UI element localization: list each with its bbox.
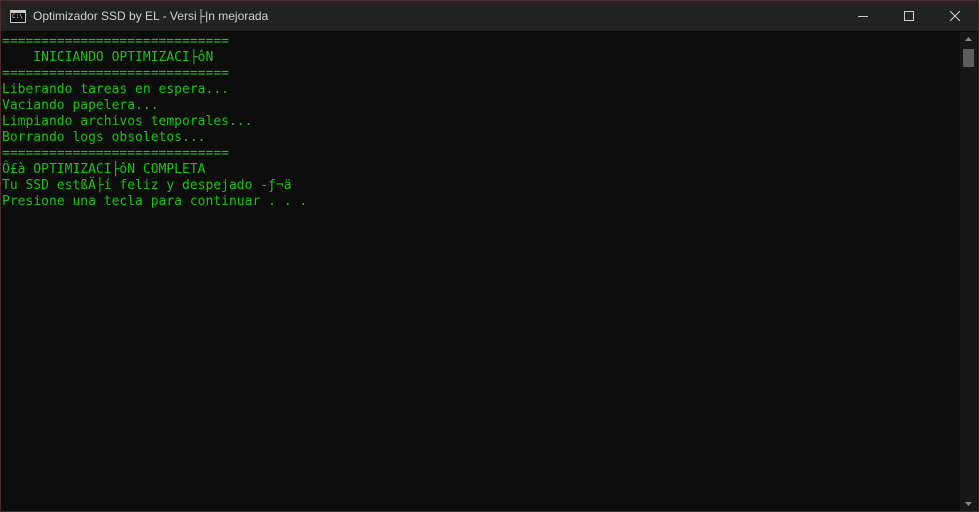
window-title: Optimizador SSD by EL - Versi├|n mejorad… [33,9,269,23]
window-controls [840,1,978,31]
console-line: Ô£à OPTIMIZACI├ôN COMPLETA [2,162,206,177]
close-icon [950,11,960,21]
console-icon-text: C:\ [12,12,23,20]
console-line: Borrando logs obsoletos... [2,130,206,145]
console-line: ============================= [2,146,229,161]
console-line: ============================= [2,66,229,81]
scroll-up-button[interactable] [960,32,977,46]
console-line: Liberando tareas en espera... [2,82,229,97]
triangle-down-icon [965,502,972,506]
title-bar[interactable]: C:\ Optimizador SSD by EL - Versi├|n mej… [1,1,978,31]
console-line: Presione una tecla para continuar . . . [2,194,308,209]
console-line: INICIANDO OPTIMIZACI├ôN [2,50,214,65]
scrollbar-thumb[interactable] [963,49,974,67]
scroll-down-button[interactable] [960,497,977,511]
console-line: Limpiando archivos temporales... [2,114,253,129]
console-line: ============================= [2,34,229,49]
triangle-up-icon [965,37,972,41]
console-output[interactable]: ============================= INICIANDO … [1,32,962,511]
minimize-icon [858,16,868,17]
minimize-button[interactable] [840,1,886,31]
console-line: Tu SSD estßÄ├í feliz y despejado -ƒ¬ä [2,178,292,193]
close-button[interactable] [932,1,978,31]
console-line: Vaciando papelera... [2,98,159,113]
maximize-icon [904,11,914,21]
vertical-scrollbar[interactable] [960,32,977,511]
maximize-button[interactable] [886,1,932,31]
console-window: C:\ Optimizador SSD by EL - Versi├|n mej… [0,0,979,512]
console-icon[interactable]: C:\ [10,9,26,23]
